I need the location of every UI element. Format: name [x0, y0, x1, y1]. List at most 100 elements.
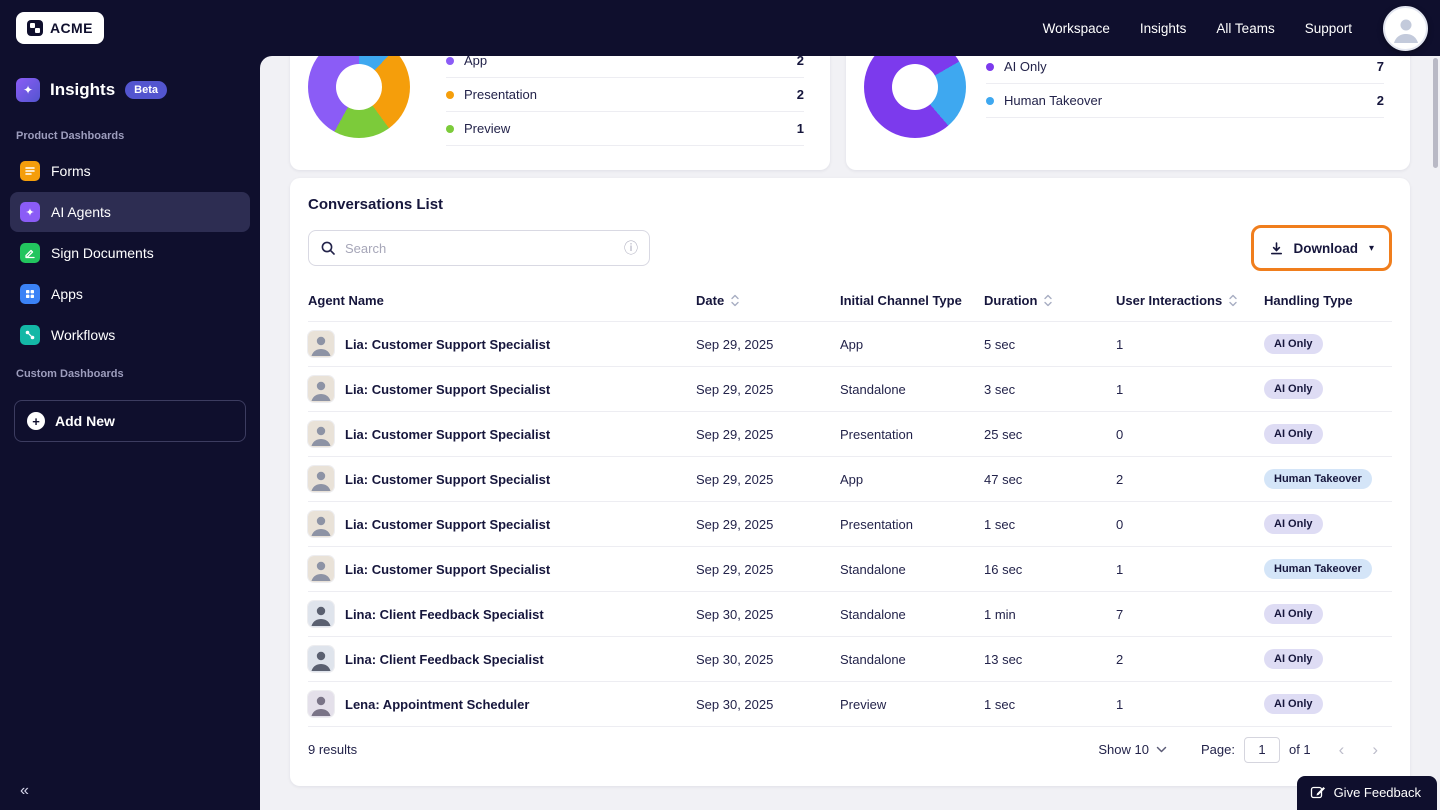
avatar: [308, 421, 334, 447]
nav-all-teams[interactable]: All Teams: [1216, 21, 1274, 36]
section-label-product-dashboards: Product Dashboards: [16, 130, 125, 142]
prev-page-icon[interactable]: ‹: [1325, 741, 1359, 758]
sidebar-item-workflows[interactable]: Workflows: [10, 315, 250, 355]
legend-dot: [446, 90, 454, 99]
feedback-pencil-icon: [1310, 786, 1325, 799]
show-per-page-select[interactable]: Show 10: [1098, 742, 1167, 757]
acme-logo-text: ACME: [50, 20, 93, 36]
table-row[interactable]: Lena: Appointment Scheduler Sep 30, 2025…: [308, 681, 1392, 726]
table-row[interactable]: Lia: Customer Support Specialist Sep 29,…: [308, 456, 1392, 501]
scrollbar-thumb[interactable]: [1433, 58, 1438, 168]
agent-name: Lia: Customer Support Specialist: [345, 336, 551, 352]
interactions-cell: 1: [1116, 336, 1124, 352]
legend-row: Preview 1: [446, 112, 804, 146]
search-input[interactable]: [345, 240, 615, 256]
page-number-input[interactable]: [1243, 736, 1280, 763]
handling-badge: AI Only: [1264, 604, 1323, 624]
sidebar-title: Insights: [50, 80, 116, 99]
agent-name: Lena: Appointment Scheduler: [345, 696, 530, 712]
nav-insights[interactable]: Insights: [1140, 21, 1187, 36]
ai-agents-icon: ✦: [20, 202, 40, 222]
date-cell: Sep 29, 2025: [696, 426, 774, 442]
date-cell: Sep 30, 2025: [696, 651, 774, 667]
col-user-interactions: User Interactions: [1116, 293, 1264, 308]
table-row[interactable]: Lina: Client Feedback Specialist Sep 30,…: [308, 636, 1392, 681]
collapse-sidebar-icon[interactable]: «: [20, 782, 29, 800]
user-avatar[interactable]: [1383, 6, 1428, 51]
channel-cell: Standalone: [840, 606, 906, 622]
legend-row: Presentation 2: [446, 78, 804, 112]
avatar: [308, 556, 334, 582]
download-icon: [1271, 241, 1283, 254]
col-agent-name: Agent Name: [308, 292, 384, 308]
sidebar-item-ai-agents[interactable]: ✦ AI Agents: [10, 192, 250, 232]
add-new-button[interactable]: + Add New: [14, 400, 246, 442]
avatar: [308, 691, 334, 717]
topbar: ACME Workspace Insights All Teams Suppor…: [0, 0, 1440, 56]
sidebar-item-sign-documents[interactable]: Sign Documents: [10, 233, 250, 273]
channel-breakdown-card: App 2 Presentation 2 Preview 1: [290, 56, 830, 170]
legend-row: AI Only 7: [986, 56, 1384, 84]
workflows-icon: [20, 325, 40, 345]
duration-cell: 47 sec: [984, 471, 1023, 487]
interactions-cell: 1: [1116, 696, 1124, 712]
beta-badge: Beta: [125, 81, 168, 99]
interactions-cell: 1: [1116, 561, 1124, 577]
handling-badge: Human Takeover: [1264, 559, 1372, 579]
duration-cell: 1 sec: [984, 516, 1016, 532]
info-icon[interactable]: ⓘ: [624, 238, 638, 258]
legend-dot: [986, 96, 994, 105]
sidebar-item-apps[interactable]: Apps: [10, 274, 250, 314]
summary-cards-row: App 2 Presentation 2 Preview 1 AI Only 7…: [290, 56, 1410, 170]
sidebar-item-forms[interactable]: Forms: [10, 151, 250, 191]
give-feedback-button[interactable]: Give Feedback: [1296, 776, 1437, 810]
download-button[interactable]: Download ▾: [1257, 231, 1386, 265]
handling-badge: AI Only: [1264, 424, 1323, 444]
acme-logo[interactable]: ACME: [16, 12, 104, 44]
channel-cell: Presentation: [840, 516, 913, 532]
duration-cell: 25 sec: [984, 426, 1023, 442]
channel-cell: Standalone: [840, 651, 906, 667]
person-icon: [1393, 19, 1418, 43]
interactions-cell: 0: [1116, 516, 1124, 532]
sort-icon[interactable]: [1228, 294, 1238, 307]
table-row[interactable]: Lina: Client Feedback Specialist Sep 30,…: [308, 591, 1392, 636]
agent-name: Lia: Customer Support Specialist: [345, 381, 551, 397]
col-date: Date: [696, 293, 840, 308]
handling-badge: AI Only: [1264, 379, 1323, 399]
channel-cell: App: [840, 336, 864, 352]
date-cell: Sep 29, 2025: [696, 561, 774, 577]
table-row[interactable]: Lia: Customer Support Specialist Sep 29,…: [308, 501, 1392, 546]
forms-icon: [20, 161, 40, 181]
insights-logo-icon: ✦: [16, 78, 40, 102]
table-row[interactable]: Lia: Customer Support Specialist Sep 29,…: [308, 366, 1392, 411]
avatar: [308, 331, 334, 357]
plus-icon: +: [27, 412, 45, 430]
page-label: Page:: [1200, 742, 1235, 757]
table-row[interactable]: Lia: Customer Support Specialist Sep 29,…: [308, 546, 1392, 591]
page-of-label: of 1: [1288, 742, 1311, 757]
duration-cell: 5 sec: [984, 336, 1016, 352]
table-row[interactable]: Lia: Customer Support Specialist Sep 29,…: [308, 321, 1392, 366]
duration-cell: 16 sec: [984, 561, 1023, 577]
col-duration: Duration: [984, 293, 1116, 308]
duration-cell: 1 sec: [984, 696, 1016, 712]
legend-dot: [446, 124, 454, 133]
avatar: [308, 601, 334, 627]
nav-support[interactable]: Support: [1305, 21, 1352, 36]
table-footer: 9 results Show 10 Page: of 1 ‹ ›: [308, 726, 1392, 772]
download-highlight-annotation: Download ▾: [1251, 225, 1392, 271]
search-box: ⓘ: [308, 230, 650, 266]
avatar: [308, 376, 334, 402]
table-row[interactable]: Lia: Customer Support Specialist Sep 29,…: [308, 411, 1392, 456]
handling-badge: AI Only: [1264, 514, 1323, 534]
interactions-cell: 0: [1116, 426, 1124, 442]
sort-icon[interactable]: [730, 294, 740, 307]
sort-icon[interactable]: [1043, 294, 1053, 307]
nav-workspace[interactable]: Workspace: [1043, 21, 1110, 36]
legend-row: App 2: [446, 56, 804, 78]
date-cell: Sep 29, 2025: [696, 381, 774, 397]
avatar: [308, 511, 334, 537]
duration-cell: 3 sec: [984, 381, 1016, 397]
next-page-icon[interactable]: ›: [1358, 741, 1392, 758]
